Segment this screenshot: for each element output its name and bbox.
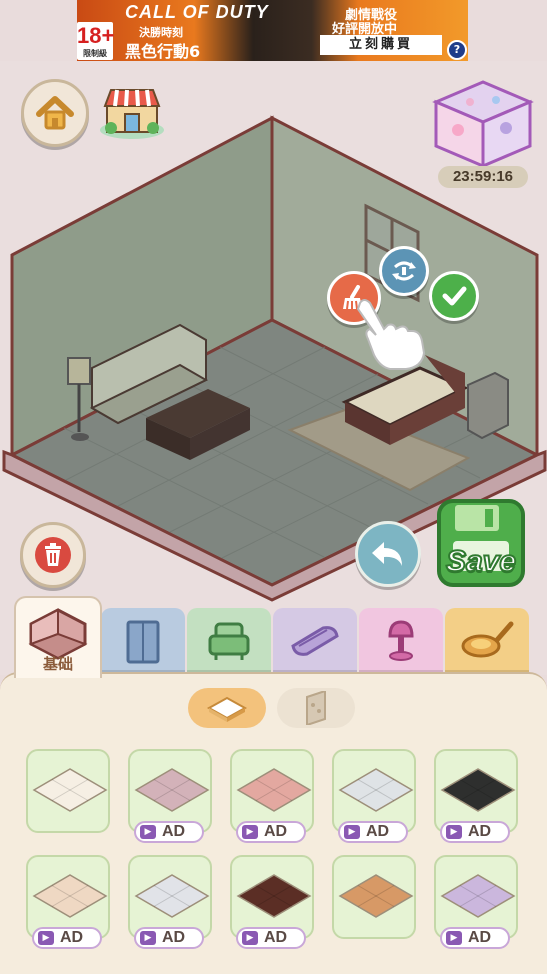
category-tab-lamp[interactable] xyxy=(359,608,443,674)
video-play-icon: ▶ xyxy=(242,825,258,839)
video-play-icon: ▶ xyxy=(344,825,360,839)
watch-ad-badge[interactable]: ▶ AD xyxy=(440,927,510,949)
rotate-icon xyxy=(392,261,416,281)
floor-swatch-icon xyxy=(236,768,312,812)
watch-ad-badge[interactable]: ▶ AD xyxy=(236,927,306,949)
floor-swatch-icon xyxy=(440,768,516,812)
ad-label: AD xyxy=(468,823,492,840)
video-play-icon: ▶ xyxy=(140,825,156,839)
save-button[interactable]: Save xyxy=(433,497,529,593)
video-play-icon: ▶ xyxy=(446,825,462,839)
ad-label: AD xyxy=(468,929,492,946)
shop-icon xyxy=(100,89,164,139)
ad-label: AD xyxy=(60,929,84,946)
armchair-icon xyxy=(208,622,250,660)
confirm-button[interactable] xyxy=(429,271,479,321)
age-rating-note: 限制級 xyxy=(83,49,107,58)
subtab-floor[interactable] xyxy=(188,688,266,728)
ad-label: AD xyxy=(162,823,186,840)
floor-tile-icon xyxy=(206,696,248,722)
floor-item-tile[interactable] xyxy=(26,749,110,833)
home-icon xyxy=(36,96,74,130)
undo-button[interactable] xyxy=(355,521,421,587)
lamp-icon xyxy=(388,620,414,661)
ad-help-icon[interactable]: ? xyxy=(447,40,467,60)
cabinet-icon xyxy=(126,620,160,664)
nightstand xyxy=(467,371,509,440)
category-tab-kitchen[interactable] xyxy=(445,608,529,674)
video-play-icon: ▶ xyxy=(446,931,462,945)
watch-ad-badge[interactable]: ▶ AD xyxy=(440,821,510,843)
floor-swatch-icon xyxy=(338,874,414,918)
floor-swatch-icon xyxy=(134,768,210,812)
tutorial-hand-icon xyxy=(356,299,426,370)
gift-timer: 23:59:16 xyxy=(438,166,528,188)
ad-label: AD xyxy=(264,823,288,840)
floor-swatch-icon xyxy=(236,874,312,918)
delete-button[interactable] xyxy=(20,522,86,588)
subtab-wall[interactable] xyxy=(277,688,355,728)
category-tab-rug[interactable] xyxy=(273,608,357,674)
floor-item-tile[interactable] xyxy=(332,855,416,939)
home-button[interactable] xyxy=(21,79,89,147)
ad-label: AD xyxy=(264,929,288,946)
video-play-icon: ▶ xyxy=(38,931,54,945)
wallpaper-icon xyxy=(306,691,326,725)
floor-swatch-icon xyxy=(134,874,210,918)
ad-title: 黑色行動6 xyxy=(125,42,201,61)
gift-box-icon xyxy=(432,80,534,169)
ad-banner[interactable]: 18+ 限制級 CALL OF DUTY 決勝時刻 黑色行動6 劇情戰役 好評開… xyxy=(77,0,468,61)
category-tab-basic[interactable]: 基础 xyxy=(14,596,102,678)
category-tab-cabinet[interactable] xyxy=(101,608,185,674)
trash-icon xyxy=(35,537,71,573)
ad-label: AD xyxy=(162,929,186,946)
shop-button[interactable] xyxy=(97,80,167,142)
gift-box-button[interactable] xyxy=(430,80,536,169)
watch-ad-badge[interactable]: ▶ AD xyxy=(236,821,306,843)
frying-pan-icon xyxy=(461,621,514,658)
watch-ad-badge[interactable]: ▶ AD xyxy=(134,927,204,949)
undo-icon xyxy=(372,542,402,566)
watch-ad-badge[interactable]: ▶ AD xyxy=(32,927,102,949)
floor-swatch-icon xyxy=(338,768,414,812)
category-tab-sofa[interactable] xyxy=(187,608,271,674)
watch-ad-badge[interactable]: ▶ AD xyxy=(134,821,204,843)
ad-label: AD xyxy=(366,823,390,840)
age-rating: 18+ xyxy=(77,23,115,48)
floor-swatch-icon xyxy=(32,768,108,812)
save-label: Save xyxy=(445,544,517,579)
video-play-icon: ▶ xyxy=(242,931,258,945)
rug-icon xyxy=(291,626,339,656)
rotate-button[interactable] xyxy=(379,246,429,296)
category-tab-basic-label: 基础 xyxy=(42,655,73,673)
video-play-icon: ▶ xyxy=(140,931,156,945)
floor-swatch-icon xyxy=(32,874,108,918)
ad-brand: CALL OF DUTY xyxy=(125,2,269,22)
ad-cta-button[interactable]: 立刻購買 xyxy=(320,35,442,55)
watch-ad-badge[interactable]: ▶ AD xyxy=(338,821,408,843)
age-rating-badge: 18+ 限制級 xyxy=(77,22,115,60)
checkmark-icon xyxy=(442,286,467,306)
floor-swatch-icon xyxy=(440,874,516,918)
